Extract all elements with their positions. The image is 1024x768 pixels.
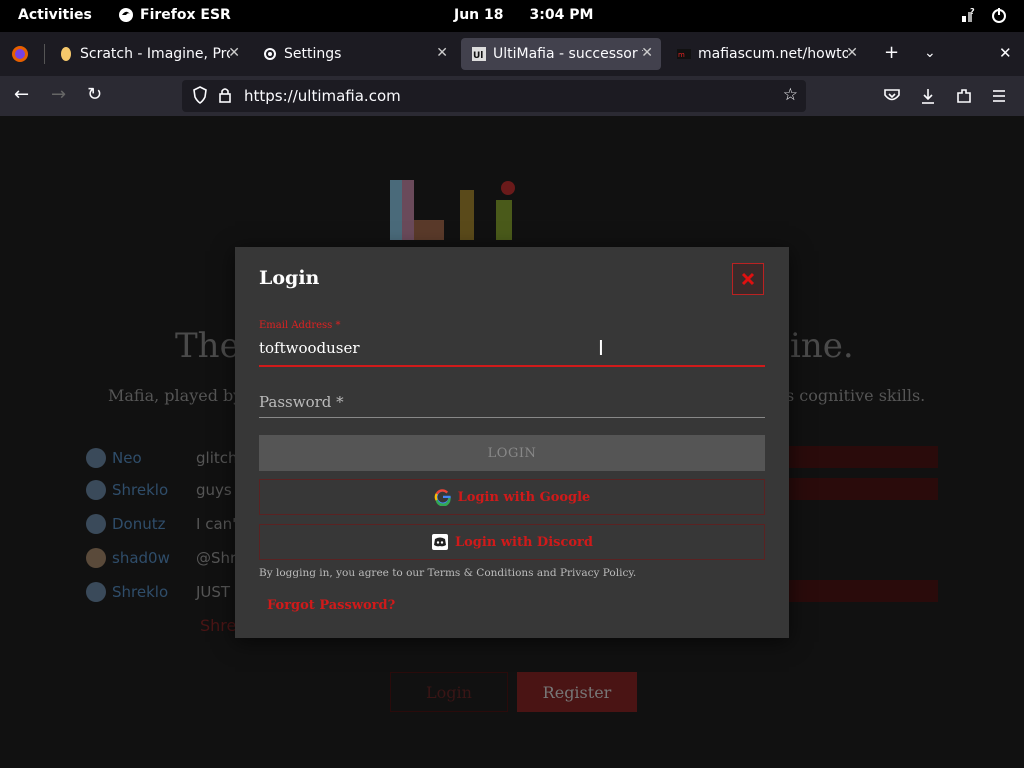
close-modal-button[interactable] bbox=[732, 263, 764, 295]
menu-icon[interactable] bbox=[991, 88, 1007, 104]
page-content: The ine. Mafia, played by s cognitive sk… bbox=[0, 116, 1024, 768]
chat-typing-indicator: Shre bbox=[200, 616, 237, 635]
avatar bbox=[86, 480, 106, 500]
avatar bbox=[86, 582, 106, 602]
login-discord-label: Login with Discord bbox=[455, 534, 593, 550]
list-all-tabs-icon[interactable]: ⌄ bbox=[924, 45, 936, 61]
system-tray[interactable]: ? bbox=[960, 6, 1008, 24]
reload-icon[interactable]: ↻ bbox=[87, 84, 102, 105]
extensions-icon[interactable] bbox=[955, 87, 973, 105]
tab-scratch[interactable]: Scratch - Imagine, Prog ✕ bbox=[48, 38, 248, 70]
login-google-label: Login with Google bbox=[457, 489, 591, 505]
firefox-app-icon bbox=[119, 8, 133, 22]
close-window-icon[interactable]: ✕ bbox=[999, 44, 1012, 62]
close-icon bbox=[741, 272, 755, 286]
forward-icon[interactable]: → bbox=[51, 84, 66, 105]
tab-settings[interactable]: Settings ✕ bbox=[252, 38, 456, 70]
network-icon: ? bbox=[962, 7, 975, 22]
chat-user[interactable]: Shreklo bbox=[112, 481, 192, 499]
tab-mafiascum[interactable]: m mafiascum.net/howtoj ✕ bbox=[666, 38, 866, 70]
login-discord-button[interactable]: Login with Discord bbox=[259, 524, 765, 560]
password-field-underline bbox=[259, 417, 765, 418]
tab-close-icon[interactable]: ✕ bbox=[846, 45, 858, 61]
gear-icon bbox=[264, 48, 276, 60]
hero-title-right: ine. bbox=[790, 326, 854, 366]
email-field[interactable]: toftwooduser bbox=[259, 339, 360, 357]
url-bar[interactable]: https://ultimafia.com ☆ bbox=[182, 80, 806, 112]
chat-user[interactable]: shad0w bbox=[112, 549, 192, 567]
tab-close-icon[interactable]: ✕ bbox=[436, 45, 448, 61]
avatar bbox=[86, 548, 106, 568]
chat-user[interactable]: Donutz bbox=[112, 515, 192, 533]
tab-ultimafia[interactable]: Ul UltiMafia - successor to ✕ bbox=[461, 38, 661, 70]
login-modal: Login Email Address * toftwooduser Passw… bbox=[235, 247, 789, 638]
lock-icon[interactable] bbox=[218, 86, 232, 104]
password-field[interactable]: Password * bbox=[259, 393, 344, 411]
text-cursor-icon: I bbox=[598, 336, 604, 360]
system-top-bar: Activities Firefox ESR Jun 18 3:04 PM ? bbox=[0, 0, 1024, 32]
clock-date: Jun 18 bbox=[454, 7, 504, 23]
email-field-underline bbox=[259, 365, 765, 367]
tab-close-icon[interactable]: ✕ bbox=[228, 45, 240, 61]
svg-text:?: ? bbox=[970, 7, 975, 16]
url-text: https://ultimafia.com bbox=[244, 87, 401, 105]
tab-strip: Scratch - Imagine, Prog ✕ Settings ✕ Ul … bbox=[0, 32, 1024, 76]
ultimafia-favicon-icon: Ul bbox=[472, 47, 486, 61]
tab-label: UltiMafia - successor to bbox=[493, 46, 643, 62]
terms-text: By logging in, you agree to our Terms & … bbox=[259, 567, 637, 579]
hero-subtitle-right: s cognitive skills. bbox=[786, 386, 926, 405]
app-name: Firefox ESR bbox=[140, 7, 231, 23]
page-login-button[interactable]: Login bbox=[390, 672, 508, 712]
shield-icon[interactable] bbox=[192, 86, 208, 104]
bookmark-star-icon[interactable]: ☆ bbox=[783, 85, 798, 105]
discord-icon bbox=[432, 534, 448, 550]
tab-label: mafiascum.net/howtoj bbox=[698, 46, 848, 62]
avatar bbox=[86, 514, 106, 534]
modal-title: Login bbox=[259, 267, 320, 289]
chat-user[interactable]: Neo bbox=[112, 449, 192, 467]
downloads-icon[interactable] bbox=[919, 87, 937, 105]
pocket-icon[interactable] bbox=[883, 87, 901, 105]
login-submit-button[interactable]: LOGIN bbox=[259, 435, 765, 471]
page-register-button[interactable]: Register bbox=[517, 672, 637, 712]
avatar bbox=[86, 448, 106, 468]
forgot-password-link[interactable]: Forgot Password? bbox=[267, 598, 395, 613]
hero-subtitle-left: Mafia, played by bbox=[108, 386, 243, 405]
clock[interactable]: Jun 18 3:04 PM bbox=[454, 7, 593, 23]
new-tab-icon[interactable]: + bbox=[884, 42, 899, 63]
ultimafia-logo bbox=[390, 180, 515, 240]
tab-close-icon[interactable]: ✕ bbox=[641, 45, 653, 61]
chat-user[interactable]: Shreklo bbox=[112, 583, 192, 601]
email-field-label: Email Address * bbox=[259, 320, 341, 331]
hero-title-left: The bbox=[175, 326, 240, 366]
app-menu[interactable]: Firefox ESR bbox=[118, 7, 231, 23]
back-icon[interactable]: ← bbox=[14, 84, 29, 105]
tab-label: Scratch - Imagine, Prog bbox=[80, 46, 230, 62]
clock-time: 3:04 PM bbox=[529, 7, 594, 23]
activities-button[interactable]: Activities bbox=[18, 7, 92, 23]
firefox-view-icon[interactable] bbox=[10, 44, 30, 64]
google-icon bbox=[434, 489, 451, 506]
svg-text:m: m bbox=[678, 51, 685, 59]
power-icon bbox=[992, 8, 1006, 23]
mafiascum-favicon-icon: m bbox=[677, 49, 691, 59]
svg-text:Ul: Ul bbox=[473, 51, 483, 61]
scratch-favicon-icon bbox=[61, 47, 71, 61]
login-google-button[interactable]: Login with Google bbox=[259, 479, 765, 515]
navigation-bar: ← → ↻ https://ultimafia.com ☆ bbox=[0, 76, 1024, 116]
tab-label: Settings bbox=[284, 46, 342, 62]
